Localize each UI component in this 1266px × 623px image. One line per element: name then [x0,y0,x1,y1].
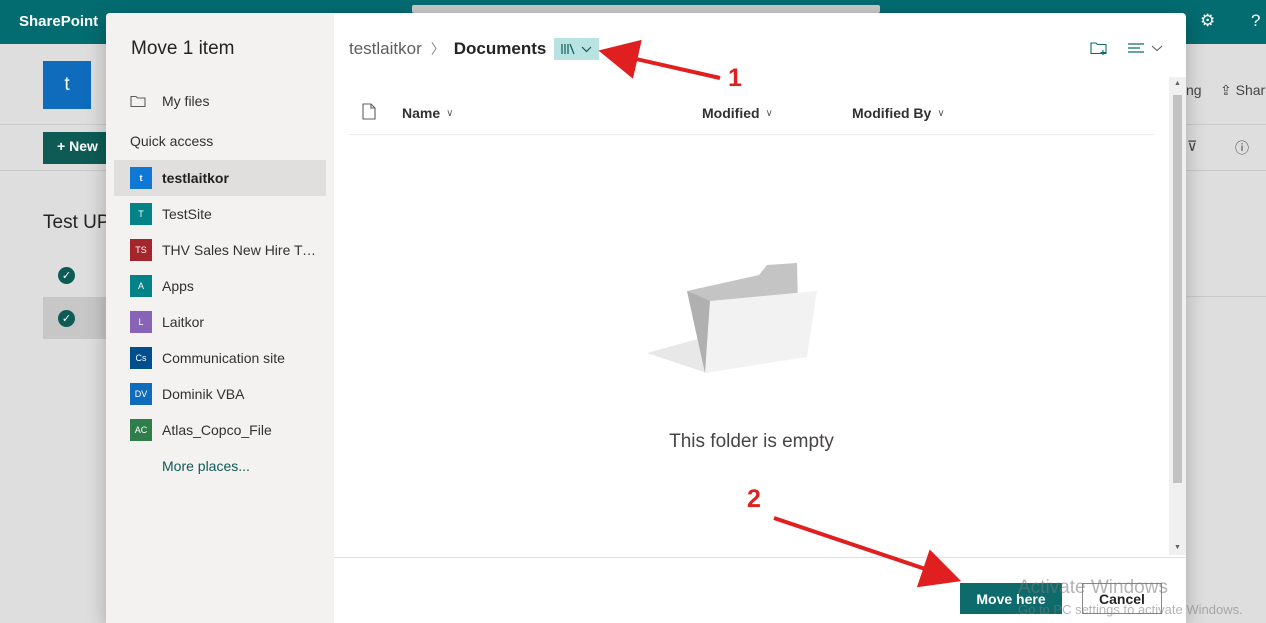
new-button-label: New [69,138,98,154]
site-tile: Cs [130,347,152,369]
site-item-apps[interactable]: A Apps [114,268,326,304]
dialog-nav-pane: Move 1 item My files Quick access t test… [106,13,334,623]
new-folder-icon [1090,42,1107,55]
column-header-row: Name ∨ Modified ∨ Modified By ∨ [349,99,1154,135]
column-name-label: Name [402,105,441,121]
site-logo[interactable]: t [43,61,91,109]
my-files-link[interactable]: My files [130,89,326,113]
chevron-down-icon [581,46,592,52]
suite-search-box[interactable] [412,5,880,13]
annotation-step-1: 1 [728,64,742,92]
breadcrumb-site[interactable]: testlaitkor [349,39,422,59]
more-places-link[interactable]: More places... [162,458,250,474]
activation-watermark-subtitle: Go to PC settings to activate Windows. [1018,602,1243,617]
site-label: THV Sales New Hire Tra... [162,242,318,258]
row-check-icon[interactable]: ✓ [58,267,75,284]
quick-access-heading: Quick access [130,133,214,149]
empty-folder-illustration [647,263,817,373]
site-tile: T [130,203,152,225]
column-modified-by-label: Modified By [852,105,932,121]
breadcrumb-library[interactable]: Documents [454,39,547,59]
site-tile: AC [130,419,152,441]
chevron-down-icon: ∨ [765,107,773,119]
dialog-title: Move 1 item [131,38,235,59]
file-type-icon [362,103,376,120]
selected-row[interactable] [43,297,113,339]
site-item-laitkor[interactable]: L Laitkor [114,304,326,340]
site-item-testlaitkor[interactable]: t testlaitkor [114,160,326,196]
site-item-thv-sales[interactable]: TS THV Sales New Hire Tra... [114,232,326,268]
list-title: Test UP [43,212,110,233]
divider [1186,296,1266,297]
site-tile: t [130,167,152,189]
help-icon[interactable]: ? [1251,11,1260,31]
column-modified-by[interactable]: Modified By ∨ [852,105,945,121]
column-modified[interactable]: Modified ∨ [702,105,773,121]
folder-icon [130,95,146,107]
library-switcher-button[interactable] [554,38,600,60]
site-label: Communication site [162,350,285,366]
site-label: Apps [162,278,194,294]
new-button[interactable]: + New [43,132,113,164]
site-tile: DV [130,383,152,405]
vertical-scrollbar[interactable]: ▲ ▼ [1169,77,1186,555]
site-label: Atlas_Copco_File [162,422,272,438]
site-label: Laitkor [162,314,205,330]
site-tile: TS [130,239,152,261]
site-item-testsite[interactable]: T TestSite [114,196,326,232]
share-button[interactable]: ⇪ Shar [1220,82,1265,99]
new-folder-button[interactable] [1090,41,1108,56]
site-label: testlaitkor [162,170,229,186]
settings-gear-icon[interactable]: ⚙ [1200,11,1215,31]
info-icon[interactable]: ⓘ [1235,138,1249,158]
view-options-icon [1128,43,1163,53]
chevron-down-icon: ∨ [937,107,945,119]
empty-folder-message: This folder is empty [669,431,834,452]
site-label: Dominik VBA [162,386,245,402]
move-dialog: Move 1 item My files Quick access t test… [106,13,1186,623]
chevron-down-icon: ∨ [446,107,454,119]
site-item-dominik-vba[interactable]: DV Dominik VBA [114,376,326,412]
annotation-step-2: 2 [747,485,761,513]
breadcrumb: testlaitkor 〉 Documents [349,38,600,60]
site-tile: L [130,311,152,333]
chevron-right-icon: 〉 [430,41,445,57]
filter-icon[interactable]: ⊽ [1187,138,1197,155]
scrollbar-thumb[interactable] [1173,95,1182,483]
scroll-down-icon[interactable]: ▼ [1169,541,1186,555]
column-modified-label: Modified [702,105,760,121]
site-item-communication-site[interactable]: Cs Communication site [114,340,326,376]
suite-brand[interactable]: SharePoint [19,13,98,30]
share-label: Shar [1235,82,1266,98]
view-options-button[interactable] [1126,41,1164,55]
column-name[interactable]: Name ∨ [402,105,453,121]
dialog-content-pane: testlaitkor 〉 Documents Name ∨ Modified … [334,13,1186,623]
site-item-atlas-copco[interactable]: AC Atlas_Copco_File [114,412,326,448]
library-icon [561,43,575,55]
scroll-up-icon[interactable]: ▲ [1169,77,1186,91]
activation-watermark-title: Activate Windows [1018,577,1168,598]
my-files-label: My files [162,93,210,109]
site-label: TestSite [162,206,212,222]
command-bar-item[interactable]: ng [1186,82,1202,98]
site-tile: A [130,275,152,297]
row-check-icon[interactable]: ✓ [58,310,75,327]
